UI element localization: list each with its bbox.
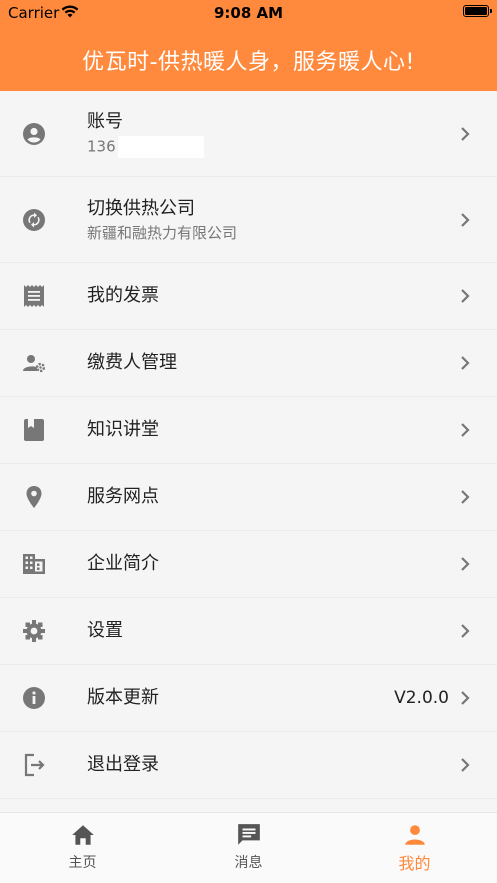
building-icon bbox=[22, 552, 46, 576]
gear-icon bbox=[22, 619, 46, 643]
company-intro-label: 企业简介 bbox=[87, 553, 159, 574]
version-label: 版本更新 bbox=[87, 687, 159, 708]
tab-messages-label: 消息 bbox=[234, 855, 263, 871]
chevron-right-icon bbox=[461, 126, 470, 141]
chevron-right-icon bbox=[461, 490, 470, 504]
home-icon bbox=[71, 825, 94, 845]
chevron-right-icon bbox=[461, 212, 470, 227]
battery-icon bbox=[463, 5, 492, 17]
status-bar: Carrier 9:08 AM bbox=[0, 0, 497, 26]
switch-company-label: 切换供热公司 bbox=[87, 197, 195, 219]
chevron-right-icon bbox=[461, 289, 470, 303]
tab-messages[interactable]: 消息 bbox=[166, 813, 331, 883]
menu-item-account[interactable]: 账号 136 bbox=[0, 91, 497, 177]
receipt-icon bbox=[22, 284, 46, 308]
phone-mask bbox=[117, 135, 204, 158]
chevron-right-icon bbox=[461, 356, 470, 370]
knowledge-label: 知识讲堂 bbox=[87, 419, 159, 440]
menu-item-payer-management[interactable]: 缴费人管理 bbox=[0, 330, 497, 397]
menu-item-logout[interactable]: 退出登录 bbox=[0, 732, 497, 799]
menu-item-service-points[interactable]: 服务网点 bbox=[0, 464, 497, 531]
menu-item-settings[interactable]: 设置 bbox=[0, 598, 497, 665]
status-time: 9:08 AM bbox=[213, 4, 284, 22]
sync-circle-icon bbox=[22, 208, 46, 232]
settings-label: 设置 bbox=[87, 620, 123, 641]
menu-item-version-update[interactable]: 版本更新 V2.0.0 bbox=[0, 665, 497, 732]
logout-icon bbox=[22, 753, 46, 777]
version-value: V2.0.0 bbox=[394, 688, 449, 708]
account-circle-icon bbox=[22, 122, 46, 146]
header-slogan: 优瓦时-供热暖人身，服务暖人心! bbox=[82, 50, 415, 75]
chevron-right-icon bbox=[461, 624, 470, 638]
book-icon bbox=[22, 418, 46, 442]
app-header: Carrier 9:08 AM 优瓦时-供热暖人身，服务暖人心! bbox=[0, 0, 497, 91]
menu-item-switch-company[interactable]: 切换供热公司 新疆和融热力有限公司 bbox=[0, 177, 497, 263]
payer-label: 缴费人管理 bbox=[87, 352, 177, 373]
tab-mine-label: 我的 bbox=[398, 854, 431, 873]
menu-item-invoice[interactable]: 我的发票 bbox=[0, 263, 497, 330]
logout-label: 退出登录 bbox=[87, 754, 159, 775]
account-label: 账号 bbox=[87, 110, 123, 132]
info-icon bbox=[22, 686, 46, 710]
invoice-label: 我的发票 bbox=[87, 285, 159, 306]
user-settings-icon bbox=[22, 351, 46, 375]
menu-item-company-intro[interactable]: 企业简介 bbox=[0, 531, 497, 598]
chevron-right-icon bbox=[461, 423, 470, 437]
chevron-right-icon bbox=[461, 758, 470, 772]
tab-home-label: 主页 bbox=[68, 855, 97, 871]
menu-item-knowledge[interactable]: 知识讲堂 bbox=[0, 397, 497, 464]
location-pin-icon bbox=[22, 485, 46, 509]
service-points-label: 服务网点 bbox=[87, 486, 159, 507]
tab-home[interactable]: 主页 bbox=[0, 813, 165, 883]
bottom-tab-bar: 主页 消息 我的 bbox=[0, 812, 497, 883]
chevron-right-icon bbox=[461, 557, 470, 571]
profile-menu-list: 账号 136 切换供热公司 新疆和融热力有限公司 我的发票 缴费人管理 知识讲堂… bbox=[0, 91, 497, 799]
tab-mine[interactable]: 我的 bbox=[332, 813, 497, 883]
chevron-right-icon bbox=[461, 691, 470, 705]
current-company: 新疆和融热力有限公司 bbox=[87, 223, 238, 242]
message-icon bbox=[237, 824, 260, 845]
account-phone: 136 bbox=[87, 137, 116, 155]
person-icon bbox=[404, 825, 425, 845]
